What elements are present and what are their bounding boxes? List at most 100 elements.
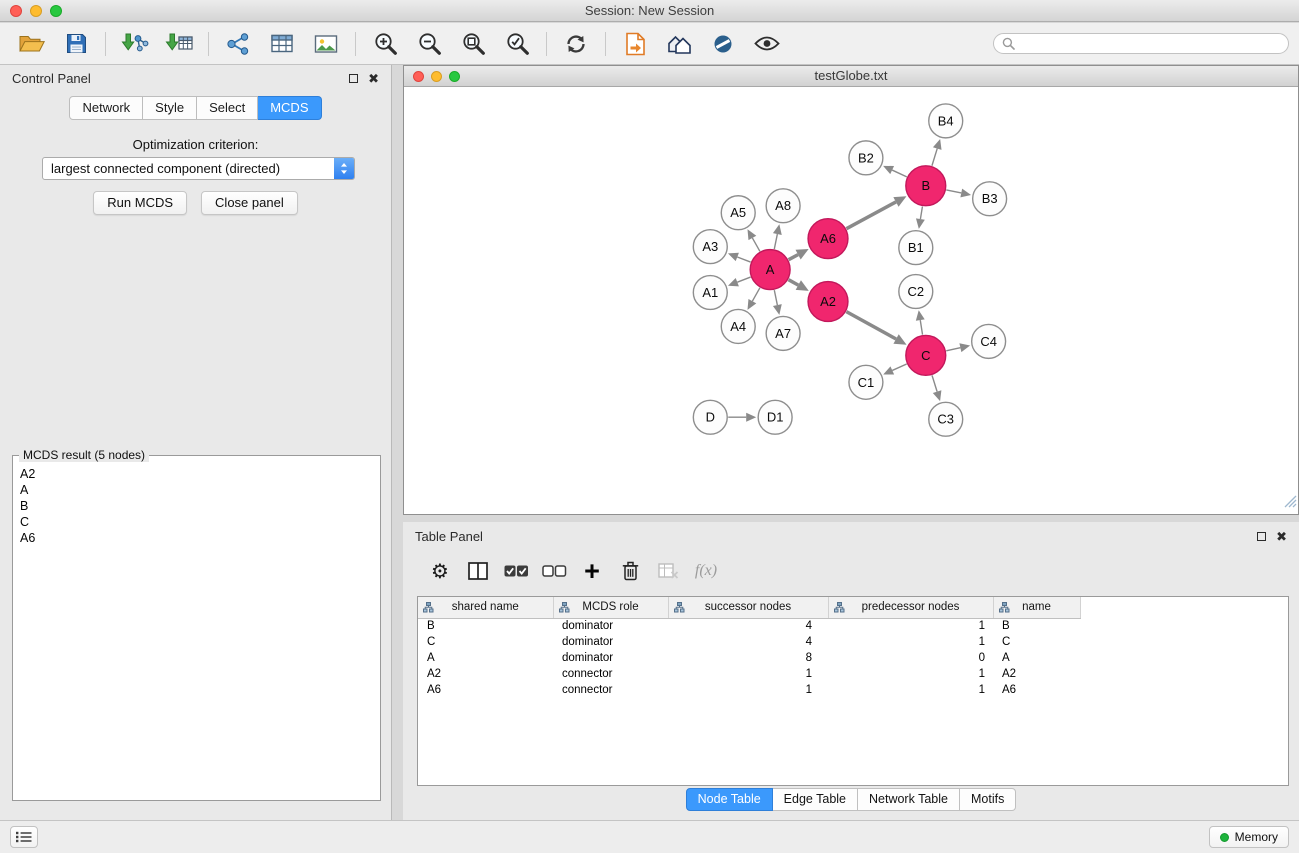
table-cell[interactable]: 1 [828,666,993,682]
graph-node-A6[interactable]: A6 [808,219,848,259]
graph-node-B2[interactable]: B2 [849,141,883,175]
graph-node-C3[interactable]: C3 [929,402,963,436]
graph-edge-A-A7[interactable] [773,290,782,315]
add-row-button[interactable]: + [573,554,611,588]
table-cell[interactable]: 0 [828,650,993,666]
table-cell[interactable]: 4 [668,618,828,634]
table-cell[interactable]: 1 [668,682,828,698]
tab-edge-table[interactable]: Edge Table [773,788,858,811]
graph-edge-A2-C[interactable] [846,312,906,345]
table-row[interactable]: A2connector11A2 [418,666,1080,682]
column-header-predecessor-nodes[interactable]: predecessor nodes [828,597,993,618]
deselect-all-button[interactable] [535,554,573,588]
close-window-button[interactable] [10,5,22,17]
table-cell[interactable]: A2 [993,666,1080,682]
graph-node-A[interactable]: A [750,250,790,290]
graph-edge-A-A6[interactable] [789,249,809,260]
table-cell[interactable]: 1 [828,618,993,634]
table-cell[interactable]: 1 [828,634,993,650]
mcds-result-item[interactable]: A [20,482,373,498]
graph-node-B4[interactable]: B4 [929,104,963,138]
graph-node-A2[interactable]: A2 [808,282,848,322]
minimize-network-button[interactable] [431,71,442,82]
export-document-button[interactable] [613,27,657,61]
task-history-button[interactable] [10,826,38,848]
tab-network-table[interactable]: Network Table [858,788,960,811]
table-row[interactable]: Bdominator41B [418,618,1080,634]
close-panel-button[interactable]: Close panel [201,191,298,215]
table-settings-button[interactable]: ⚙ [421,554,459,588]
tab-node-table[interactable]: Node Table [686,788,773,811]
graph-node-A7[interactable]: A7 [766,316,800,350]
zoom-selected-button[interactable] [495,27,539,61]
tab-motifs[interactable]: Motifs [960,788,1016,811]
import-network-button[interactable] [113,27,157,61]
refresh-layout-button[interactable] [554,27,598,61]
table-cell[interactable]: C [993,634,1080,650]
graph-node-B3[interactable]: B3 [973,182,1007,216]
graph-edge-A-A5[interactable] [747,229,759,251]
delete-row-button[interactable] [611,554,649,588]
table-cell[interactable]: A6 [418,682,553,698]
table-row[interactable]: Cdominator41C [418,634,1080,650]
graph-node-A3[interactable]: A3 [693,230,727,264]
open-session-button[interactable] [10,27,54,61]
graph-node-C1[interactable]: C1 [849,365,883,399]
graph-edge-A-A2[interactable] [788,280,808,291]
column-header-successor-nodes[interactable]: successor nodes [668,597,828,618]
graph-edge-A-A8[interactable] [773,224,782,249]
table-cell[interactable]: A [993,650,1080,666]
new-network-button[interactable] [216,27,260,61]
new-table-button[interactable] [260,27,304,61]
graph-edge-A6-B[interactable] [846,196,906,228]
function-builder-button[interactable]: f(x) [687,554,725,588]
graph-node-A4[interactable]: A4 [721,309,755,343]
select-all-button[interactable] [497,554,535,588]
graph-node-C2[interactable]: C2 [899,275,933,309]
graph-node-D1[interactable]: D1 [758,400,792,434]
graph-edge-C-C4[interactable] [946,343,970,352]
zoom-window-button[interactable] [50,5,62,17]
graph-node-D[interactable]: D [693,400,727,434]
graph-edge-A-A3[interactable] [728,253,751,262]
table-cell[interactable]: 1 [828,682,993,698]
table-cell[interactable]: dominator [553,634,668,650]
table-cell[interactable]: 8 [668,650,828,666]
tab-select[interactable]: Select [197,96,258,120]
zoom-in-button[interactable] [363,27,407,61]
minimize-window-button[interactable] [30,5,42,17]
optimization-criterion-dropdown[interactable]: largest connected component (directed) [42,157,355,180]
table-cell[interactable]: 4 [668,634,828,650]
graph-edge-B-B2[interactable] [883,166,907,177]
save-session-button[interactable] [54,27,98,61]
graph-node-B[interactable]: B [906,166,946,206]
table-cell[interactable]: dominator [553,650,668,666]
tab-style[interactable]: Style [143,96,197,120]
delete-table-button[interactable] [649,554,687,588]
memory-button[interactable]: Memory [1209,826,1289,848]
table-cell[interactable]: connector [553,682,668,698]
table-row[interactable]: Adominator80A [418,650,1080,666]
resize-grip-icon[interactable] [1284,495,1297,513]
graph-edge-A-A1[interactable] [728,277,751,286]
graph-node-C4[interactable]: C4 [972,324,1006,358]
close-table-panel-icon[interactable]: ✖ [1276,530,1287,543]
network-canvas[interactable]: B4B2BB3A8A5A6A3B1AC2A1A2A4A7C4CC1C3DD1 [404,87,1298,514]
graph-edge-C-C2[interactable] [916,310,925,334]
float-table-panel-icon[interactable] [1257,532,1266,541]
graph-node-C[interactable]: C [906,335,946,375]
graphics-details-button[interactable] [701,27,745,61]
show-hide-panel-button[interactable] [745,27,789,61]
table-cell[interactable]: 1 [668,666,828,682]
graph-node-A8[interactable]: A8 [766,189,800,223]
tab-network[interactable]: Network [69,96,143,120]
mcds-result-item[interactable]: A6 [20,530,373,546]
zoom-fit-button[interactable] [451,27,495,61]
graph-node-B1[interactable]: B1 [899,231,933,265]
table-cell[interactable]: C [418,634,553,650]
search-input[interactable] [1020,36,1280,51]
import-table-button[interactable] [157,27,201,61]
float-panel-icon[interactable] [349,74,358,83]
table-cell[interactable]: B [993,618,1080,634]
dropdown-stepper[interactable] [334,158,354,179]
